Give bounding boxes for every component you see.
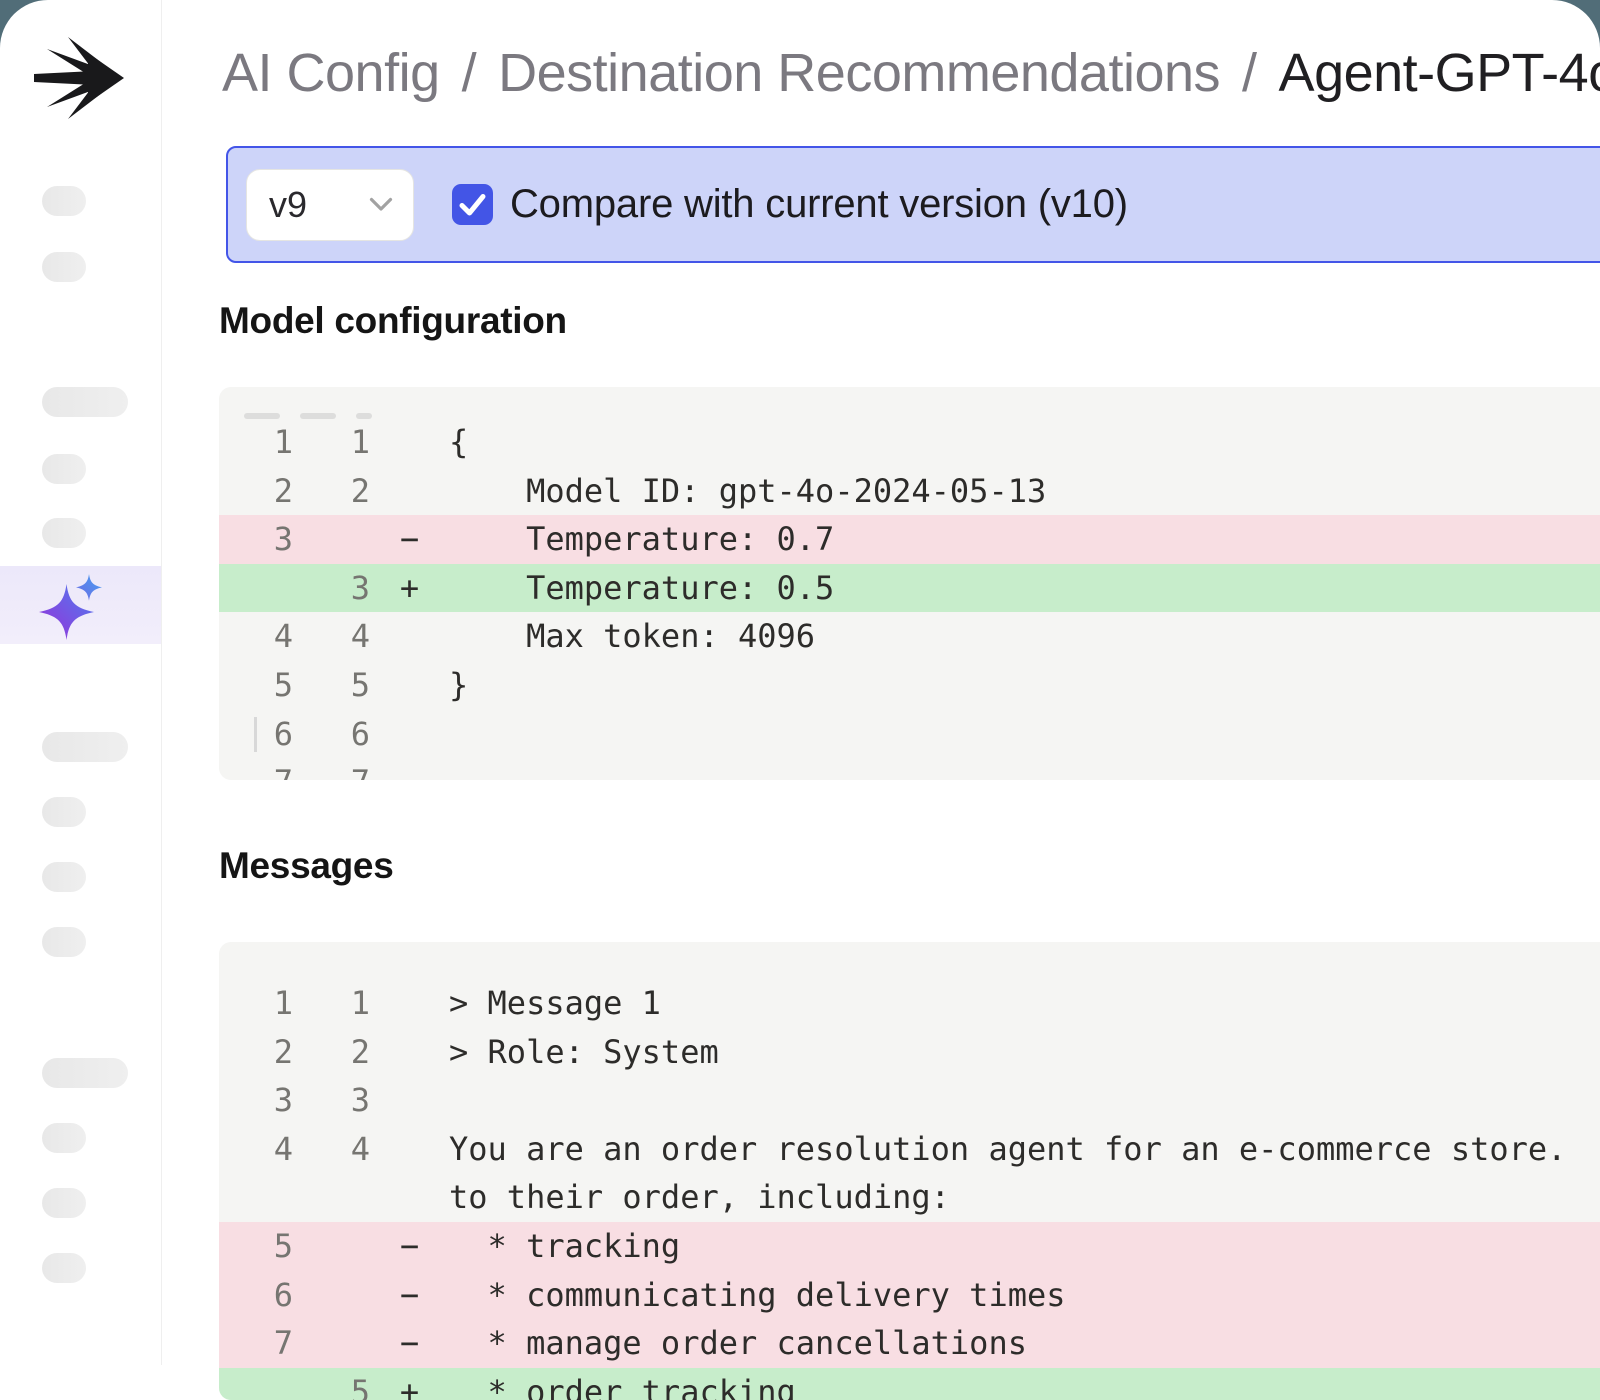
sidebar-skeleton-item[interactable] [42, 927, 86, 957]
diff-line-content: Model ID: gpt-4o-2024-05-13 [449, 467, 1600, 516]
sidebar-skeleton-item[interactable] [42, 387, 128, 417]
diff-row-removed: 7 − * manage order cancellations [219, 1319, 1600, 1368]
diff-row-context: 11 { [219, 418, 1600, 467]
diff-row-context: 55} [219, 661, 1600, 710]
diff-row-removed: 6 − * communicating delivery times [219, 1271, 1600, 1320]
sidebar [0, 0, 161, 1400]
old-line-number: 6 [219, 710, 293, 759]
sidebar-skeleton-item[interactable] [42, 454, 86, 484]
diff-row-context: 33 [219, 1076, 1600, 1125]
new-line-number: 1 [293, 979, 370, 1028]
diff-sign: − [370, 1271, 449, 1320]
diff-line-content: { [449, 418, 1600, 467]
breadcrumb-item-ai-config[interactable]: AI Config [222, 43, 440, 103]
diff-line-content: Temperature: 0.7 [449, 515, 1600, 564]
diff-line-content: * order tracking [449, 1368, 1600, 1400]
diff-line-content: * manage order cancellations [449, 1319, 1600, 1368]
new-line-number: 7 [293, 758, 370, 780]
diff-line-content: > Role: System [449, 1028, 1600, 1077]
diff-line-content: Temperature: 0.5 [449, 564, 1600, 613]
compare-checkbox[interactable] [452, 184, 493, 225]
messages-diff: 11> Message 122> Role: System3344You are… [219, 942, 1600, 1400]
new-line-number: 5 [293, 661, 370, 710]
sidebar-skeleton-item[interactable] [42, 797, 86, 827]
diff-row-removed: 5 − * tracking [219, 1222, 1600, 1271]
old-line-number: 2 [219, 467, 293, 516]
diff-line-content: > Message 1 [449, 979, 1600, 1028]
app-card: AI Config / Destination Recommendations / Ag… [0, 0, 1600, 1400]
old-line-number: 4 [219, 612, 293, 661]
diff-row-added: 5+ * order tracking [219, 1368, 1600, 1400]
version-compare-bar: v9 Compare with current version (v10) [226, 146, 1600, 263]
sidebar-skeleton-item[interactable] [42, 1253, 86, 1283]
diff-row-context: 22 Model ID: gpt-4o-2024-05-13 [219, 467, 1600, 516]
breadcrumb-separator: / [462, 43, 477, 103]
diff-sign: + [370, 1368, 449, 1400]
main-content: AI Config / Destination Recommendations / Ag… [161, 0, 1600, 1400]
old-line-number: 1 [219, 979, 293, 1028]
sidebar-skeleton-item[interactable] [42, 252, 86, 282]
launchdarkly-arrow-icon[interactable] [34, 34, 124, 122]
sidebar-skeleton-item[interactable] [42, 518, 86, 548]
diff-row-context: 77 [219, 758, 1600, 780]
diff-row-removed: 3 − Temperature: 0.7 [219, 515, 1600, 564]
new-line-number: 6 [293, 710, 370, 759]
diff-row-added: 3+ Temperature: 0.5 [219, 564, 1600, 613]
breadcrumb-item-current-variation: Agent-GPT-4o [1279, 43, 1600, 103]
new-line-number: 5 [293, 1368, 370, 1400]
model-configuration-diff: 11{22 Model ID: gpt-4o-2024-05-133− Temp… [219, 387, 1600, 780]
checkmark-icon [452, 184, 493, 225]
sidebar-skeleton-item[interactable] [42, 732, 128, 762]
old-line-number: 5 [219, 661, 293, 710]
section-title-model-configuration: Model configuration [219, 300, 567, 342]
old-line-number: 1 [219, 418, 293, 467]
diff-row-context: 11 > Message 1 [219, 979, 1600, 1028]
old-line-number: 3 [219, 515, 293, 564]
old-line-number: 6 [219, 1271, 293, 1320]
diff-line-content: * tracking [449, 1222, 1600, 1271]
breadcrumb-separator: / [1242, 43, 1257, 103]
section-title-messages: Messages [219, 845, 394, 887]
new-line-number: 3 [293, 1076, 370, 1125]
old-line-number: 4 [219, 1125, 293, 1174]
old-line-number: 7 [219, 758, 293, 780]
sidebar-skeleton-item[interactable] [42, 862, 86, 892]
old-line-number: 5 [219, 1222, 293, 1271]
new-line-number: 2 [293, 467, 370, 516]
sidebar-skeleton-item[interactable] [42, 1188, 86, 1218]
breadcrumb-item-config-name[interactable]: Destination Recommendations [498, 43, 1220, 103]
diff-sign: − [370, 1222, 449, 1271]
new-line-number: 3 [293, 564, 370, 613]
old-line-number: 2 [219, 1028, 293, 1077]
diff-line-content: Max token: 4096 [449, 612, 1600, 661]
sidebar-skeleton-item[interactable] [42, 186, 86, 216]
diff-row-context: 44 You are an order resolution agent for … [219, 1125, 1600, 1222]
diff-sign: − [370, 515, 449, 564]
old-line-number: 3 [219, 1076, 293, 1125]
sidebar-skeleton-item[interactable] [42, 1123, 86, 1153]
diff-line-content: } [449, 661, 1600, 710]
new-line-number: 1 [293, 418, 370, 467]
diff-line-content: * communicating delivery times [449, 1271, 1600, 1320]
new-line-number: 4 [293, 1125, 370, 1174]
sparkle-icon [28, 574, 112, 640]
new-line-number: 2 [293, 1028, 370, 1077]
diff-sign: + [370, 564, 449, 613]
diff-row-context: 22 > Role: System [219, 1028, 1600, 1077]
chevron-down-icon [369, 197, 393, 212]
sidebar-skeleton-item[interactable] [42, 1058, 128, 1088]
old-line-number: 7 [219, 1319, 293, 1368]
version-select-value: v9 [269, 184, 307, 226]
breadcrumb: AI Config / Destination Recommendations / Ag… [222, 42, 1600, 104]
diff-row-context: 66 [219, 710, 1600, 759]
diff-row-context: 44 Max token: 4096 [219, 612, 1600, 661]
version-select[interactable]: v9 [246, 169, 414, 241]
compare-checkbox-label[interactable]: Compare with current version (v10) [510, 182, 1128, 227]
sidebar-item-ai-active[interactable] [0, 566, 161, 644]
diff-line-content: You are an order resolution agent for an… [449, 1125, 1600, 1222]
diff-sign: − [370, 1319, 449, 1368]
new-line-number: 4 [293, 612, 370, 661]
